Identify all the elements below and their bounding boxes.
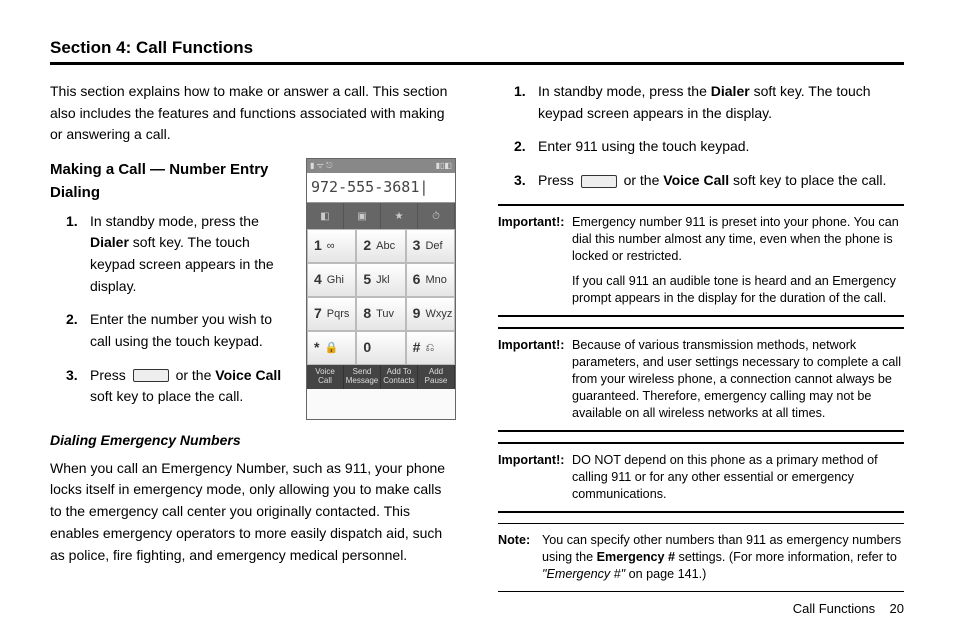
txt: settings. (For more information, refer t…: [675, 550, 897, 564]
step-number: 1.: [514, 81, 530, 124]
call-button-icon: [133, 369, 169, 382]
key-8: 8Tuv: [356, 297, 405, 331]
step-text: Press or the Voice Call soft key to plac…: [538, 170, 886, 192]
left-column: This section explains how to make or ans…: [50, 81, 456, 594]
key-hash: #⎌: [406, 331, 455, 365]
making-call-heading: Making a Call — Number Entry Dialing: [50, 158, 294, 205]
txt: soft key to place the call.: [729, 172, 886, 188]
soft-send-message: Send Message: [344, 365, 381, 389]
note-text: You can specify other numbers than 911 a…: [542, 532, 904, 583]
divider: [498, 523, 904, 524]
divider: [498, 511, 904, 513]
key-6: 6Mno: [406, 263, 455, 297]
emergency-body: When you call an Emergency Number, such …: [50, 458, 456, 566]
divider: [498, 442, 904, 444]
divider: [498, 315, 904, 317]
step-number: 2.: [514, 136, 530, 158]
emergency-ref-italic: "Emergency #": [542, 567, 625, 581]
divider: [498, 204, 904, 206]
phone-tab: ⏱: [418, 203, 455, 229]
important-1: Important!: Emergency number 911 is pres…: [498, 214, 904, 307]
txt: Press: [538, 172, 578, 188]
txt: Press: [90, 367, 130, 383]
important-text: Emergency number 911 is preset into your…: [572, 214, 904, 307]
intro-text: This section explains how to make or ans…: [50, 81, 456, 146]
key-star: *🔒: [307, 331, 356, 365]
voice-call-bold: Voice Call: [663, 172, 729, 188]
soft-add-pause: Add Pause: [418, 365, 455, 389]
left-step-1: 1. In standby mode, press the Dialer sof…: [50, 211, 294, 298]
phone-tab: ▣: [344, 203, 381, 229]
important-2: Important!: Because of various transmiss…: [498, 337, 904, 422]
emergency-heading: Dialing Emergency Numbers: [50, 430, 456, 452]
key-1: 1∞: [307, 229, 356, 263]
note: Note: You can specify other numbers than…: [498, 532, 904, 583]
phone-softkeys: Voice Call Send Message Add To Contacts …: [307, 365, 455, 389]
important-3: Important!: DO NOT depend on this phone …: [498, 452, 904, 503]
key-2: 2Abc: [356, 229, 405, 263]
page-footer: Call Functions 20: [793, 601, 904, 616]
divider: [498, 430, 904, 432]
footer-label: Call Functions: [793, 601, 875, 616]
phone-status-bar: ▮ ᯤ ⎋▮▯◧: [307, 159, 455, 173]
step-number: 3.: [66, 365, 82, 408]
phone-dialed-number: 972-555-3681|: [307, 173, 455, 203]
right-column: 1. In standby mode, press the Dialer sof…: [498, 81, 904, 594]
step-text: In standby mode, press the Dialer soft k…: [538, 81, 904, 124]
phone-keypad-figure: ▮ ᯤ ⎋▮▯◧ 972-555-3681| ◧ ▣ ★ ⏱ 1∞ 2Abc 3…: [306, 158, 456, 420]
content-columns: This section explains how to make or ans…: [50, 81, 904, 594]
divider: [498, 591, 904, 592]
step-text: In standby mode, press the Dialer soft k…: [90, 211, 294, 298]
key-7: 7Pqrs: [307, 297, 356, 331]
step-number: 3.: [514, 170, 530, 192]
txt: soft key to place the call.: [90, 388, 243, 404]
txt: or the: [620, 172, 664, 188]
right-step-1: 1. In standby mode, press the Dialer sof…: [498, 81, 904, 124]
voice-call-bold: Voice Call: [215, 367, 281, 383]
dialer-bold: Dialer: [711, 83, 750, 99]
divider: [498, 327, 904, 329]
left-step-3: 3. Press or the Voice Call soft key to p…: [50, 365, 294, 408]
step-text: Press or the Voice Call soft key to plac…: [90, 365, 294, 408]
step-text: Enter the number you wish to call using …: [90, 309, 294, 352]
section-title: Section 4: Call Functions: [50, 38, 904, 65]
key-5: 5Jkl: [356, 263, 405, 297]
phone-tabs: ◧ ▣ ★ ⏱: [307, 203, 455, 229]
step-text: Enter 911 using the touch keypad.: [538, 136, 749, 158]
footer-page-number: 20: [890, 601, 904, 616]
txt: Emergency number 911 is preset into your…: [572, 214, 904, 265]
txt: If you call 911 an audible tone is heard…: [572, 273, 904, 307]
soft-add-contacts: Add To Contacts: [381, 365, 418, 389]
phone-keypad: 1∞ 2Abc 3Def 4Ghi 5Jkl 6Mno 7Pqrs 8Tuv 9…: [307, 229, 455, 365]
important-label: Important!:: [498, 337, 566, 422]
call-button-icon: [581, 175, 617, 188]
emergency-setting-bold: Emergency #: [597, 550, 675, 564]
step-number: 1.: [66, 211, 82, 298]
key-4: 4Ghi: [307, 263, 356, 297]
key-9: 9Wxyz: [406, 297, 455, 331]
right-step-2: 2. Enter 911 using the touch keypad.: [498, 136, 904, 158]
phone-tab: ★: [381, 203, 418, 229]
phone-tab: ◧: [307, 203, 344, 229]
txt: In standby mode, press the: [90, 213, 259, 229]
step-number: 2.: [66, 309, 82, 352]
note-label: Note:: [498, 532, 536, 583]
dialer-bold: Dialer: [90, 234, 129, 250]
key-3: 3Def: [406, 229, 455, 263]
important-text: Because of various transmission methods,…: [572, 337, 904, 422]
txt: on page 141.): [625, 567, 706, 581]
soft-voice-call: Voice Call: [307, 365, 344, 389]
txt: In standby mode, press the: [538, 83, 711, 99]
right-step-3: 3. Press or the Voice Call soft key to p…: [498, 170, 904, 192]
key-0: 0: [356, 331, 405, 365]
important-label: Important!:: [498, 214, 566, 307]
important-label: Important!:: [498, 452, 566, 503]
left-step-2: 2. Enter the number you wish to call usi…: [50, 309, 294, 352]
important-text: DO NOT depend on this phone as a primary…: [572, 452, 904, 503]
txt: or the: [172, 367, 216, 383]
